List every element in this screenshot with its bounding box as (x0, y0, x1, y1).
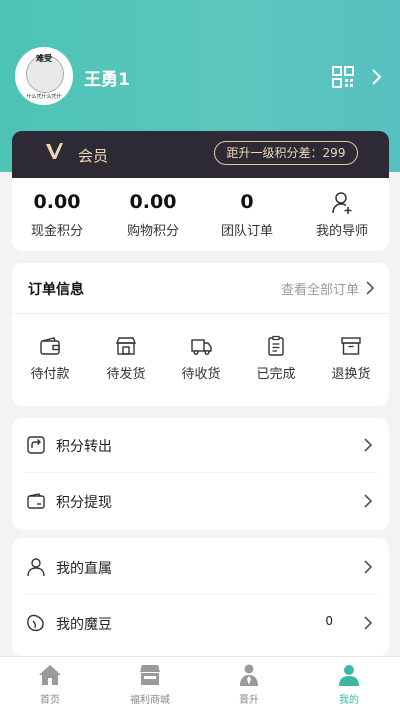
menu-item-magic-beans[interactable]: 我的魔豆 0 (12, 596, 389, 651)
chevron-right-icon (364, 616, 373, 630)
points-to-next-level: 距升一级积分差：299 (214, 141, 358, 165)
chevron-right-icon[interactable] (370, 68, 382, 86)
points-menu-card: 积分转出 积分提现 (12, 418, 389, 530)
qr-code-icon[interactable] (332, 66, 354, 88)
cash-points-stat[interactable]: 0.00 现金积分 (12, 188, 102, 239)
tab-label: 首页 (40, 695, 60, 706)
menu-item-label: 积分提现 (56, 495, 112, 511)
order-pending-shipment[interactable]: 待发货 (96, 335, 156, 382)
person-add-icon (332, 192, 352, 214)
order-pending-payment-label: 待付款 (30, 367, 70, 382)
avatar-caption: 难受 (36, 54, 52, 63)
divider (12, 313, 389, 314)
withdraw-icon (27, 493, 45, 509)
team-orders-label: 团队订单 (220, 224, 273, 239)
order-completed-label: 已完成 (256, 367, 296, 382)
profile-header: 难受 什么凭什么凭什 王勇1 (0, 0, 400, 130)
bean-icon (27, 614, 44, 632)
menu-item-points-withdraw[interactable]: 积分提现 (12, 474, 389, 529)
menu-item-points-transfer[interactable]: 积分转出 (12, 418, 389, 473)
order-returns[interactable]: 退换货 (321, 335, 381, 382)
box-icon (341, 337, 361, 355)
view-all-orders-link[interactable]: 查看全部订单 (281, 279, 359, 298)
shopping-points-stat[interactable]: 0.00 购物积分 (108, 188, 198, 239)
order-pending-receipt-label: 待收货 (181, 367, 221, 382)
menu-item-label: 我的魔豆 (56, 617, 112, 633)
order-pending-receipt[interactable]: 待收货 (171, 335, 231, 382)
bottom-tab-bar: 首页 福利商城 晋升 我的 (0, 656, 400, 710)
member-label: 会员 (78, 147, 109, 165)
menu-item-label: 积分转出 (56, 439, 112, 455)
chevron-right-icon (364, 560, 373, 574)
me-icon (339, 665, 359, 686)
order-info-card: 订单信息 查看全部订单 待付款 待发货 待收货 已完成 退换货 (12, 263, 389, 406)
tab-home[interactable]: 首页 (10, 663, 90, 706)
chevron-right-icon (364, 494, 373, 508)
cash-points-value: 0.00 (33, 191, 81, 213)
team-orders-stat[interactable]: 0 团队订单 (202, 188, 292, 239)
order-pending-shipment-label: 待发货 (106, 367, 146, 382)
tab-welfare-mall[interactable]: 福利商城 (110, 663, 190, 706)
menu-item-direct-members[interactable]: 我的直属 (12, 540, 389, 595)
shop-icon (140, 665, 160, 685)
order-returns-label: 退换货 (331, 367, 371, 382)
username: 王勇1 (84, 70, 130, 90)
order-info-title: 订单信息 (28, 282, 84, 298)
tab-label: 我的 (339, 695, 359, 706)
shopping-points-label: 购物积分 (126, 224, 179, 239)
order-pending-payment[interactable]: 待付款 (20, 335, 80, 382)
home-icon (39, 665, 61, 685)
menu-item-label: 我的直属 (56, 561, 112, 577)
member-level-bar[interactable]: 会员 距升一级积分差：299 (12, 131, 389, 178)
chevron-right-icon (364, 438, 373, 452)
shopping-points-value: 0.00 (129, 191, 177, 213)
order-completed[interactable]: 已完成 (246, 335, 306, 382)
avatar[interactable]: 难受 什么凭什么凭什 (15, 47, 73, 105)
person-icon (27, 558, 45, 577)
team-orders-value: 0 (240, 191, 254, 213)
clipboard-icon (268, 335, 284, 356)
tab-label: 晋升 (239, 695, 259, 706)
truck-icon (191, 339, 212, 355)
my-mentor-label: 我的导师 (315, 224, 368, 239)
tab-me[interactable]: 我的 (309, 663, 389, 706)
tab-promotion[interactable]: 晋升 (209, 663, 289, 706)
promotion-icon (240, 664, 258, 686)
my-mentor-stat[interactable]: 我的导师 (297, 188, 387, 239)
magic-beans-count: 0 (325, 614, 333, 628)
chevron-right-icon[interactable] (365, 280, 375, 296)
cash-points-label: 现金积分 (30, 224, 83, 239)
store-icon (115, 337, 137, 355)
transfer-icon (27, 436, 45, 454)
team-menu-card: 我的直属 我的魔豆 0 (12, 538, 389, 656)
wallet-icon (40, 337, 60, 355)
points-stats-card: 0.00 现金积分 0.00 购物积分 0 团队订单 我的导师 (12, 178, 389, 251)
avatar-subcaption: 什么凭什么凭什 (26, 94, 62, 100)
member-v-logo-icon (46, 143, 63, 159)
tab-label: 福利商城 (130, 695, 170, 706)
